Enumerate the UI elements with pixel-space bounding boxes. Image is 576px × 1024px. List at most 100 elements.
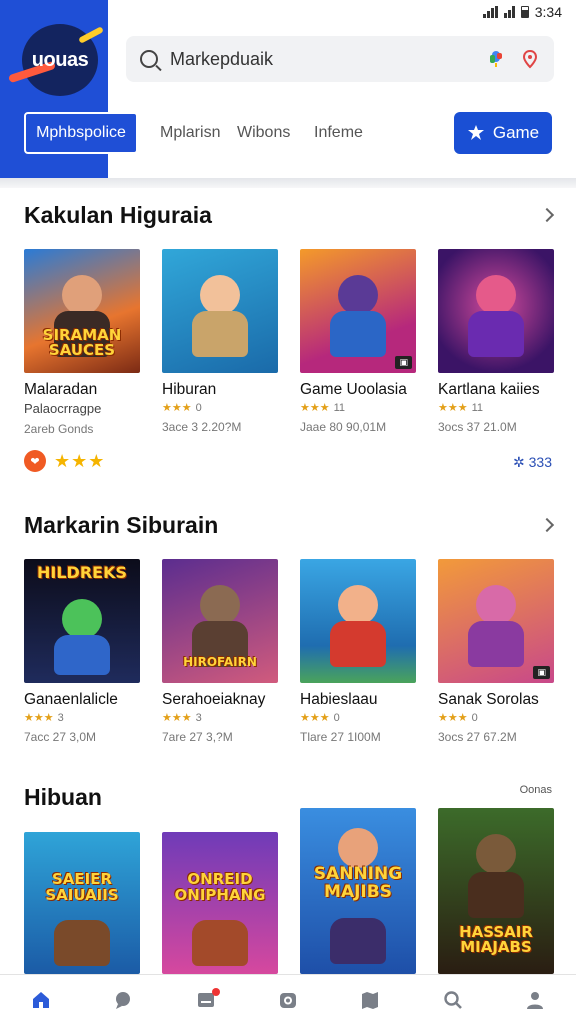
nav-profile[interactable] [515,980,555,1020]
character-body [330,621,386,667]
app-meta: Jaae 80 90,01M [300,420,387,434]
tab-infeme[interactable]: Infeme [314,112,363,154]
search-input[interactable] [170,48,478,70]
app-rating: ★★★ 11 [438,401,554,414]
character-art [62,599,102,639]
review-count: ✲ 333 [513,454,552,470]
thumbnail-text: HILDREKS [37,563,127,582]
app-card[interactable]: SANNING MAJIBS [300,808,416,974]
notification-dot [211,987,220,996]
app-thumbnail [438,249,554,373]
chevron-right-icon[interactable] [539,517,555,533]
search-icon [443,990,462,1009]
app-card[interactable]: HILDREKS Ganaenlalicle ★★★ 3 7acc 27 3,0M [24,559,140,744]
nav-inbox[interactable] [186,980,226,1020]
character-art [62,275,102,315]
thumbnail-text: HASSAIR MIAJABS [459,922,533,957]
chevron-right-icon[interactable] [539,207,555,223]
app-thumbnail: HASSAIR MIAJABS [438,808,554,974]
section-title: Hibuan [24,784,102,810]
thumbnail-text: HIROFAIRN [183,655,257,670]
character-body [192,311,248,357]
character-body [468,872,524,918]
bottom-navigation [0,974,576,1024]
app-logo[interactable]: uouas [7,24,104,96]
character-body [330,311,386,357]
rating-count: 0 [195,402,202,414]
character-art [476,834,516,874]
app-thumbnail: ONREID ONIPHANG [162,832,278,974]
character-art [338,828,378,868]
star-icons: ★★★ [54,450,106,471]
section-title: Kakulan Higuraia [24,202,212,228]
nav-map[interactable] [350,980,390,1020]
app-card[interactable]: ONREID ONIPHANG [162,832,278,974]
thumbnail-text: SAEIER SAIUAIIS [45,870,119,904]
chat-icon [116,991,131,1009]
app-card[interactable]: HASSAIR MIAJABS [438,808,554,974]
star-icons: ★★★ [162,712,192,724]
app-thumbnail: HILDREKS [24,559,140,683]
tab-wibons[interactable]: Wibons [237,112,290,154]
search-icon [140,50,158,68]
tab-mphbspolice[interactable]: Mphbspolice [24,112,138,154]
rating-count: 0 [333,712,340,724]
app-card[interactable]: SIRAMAN SAUCES Malaradan Palaocrragpe 2a… [24,249,140,436]
section-more-link[interactable]: Oonas [520,784,552,796]
header-divider [0,178,576,188]
app-title: Ganaenlalicle [24,691,118,708]
app-thumbnail [300,559,416,683]
app-card[interactable]: Habieslaau ★★★ 0 Tlare 27 1I00M [300,559,416,744]
app-thumbnail: HIROFAIRN [162,559,278,683]
profile-icon [526,991,543,1009]
tab-mplarisn[interactable]: Mplarisn [160,112,220,154]
location-pin-icon[interactable] [520,49,540,69]
app-title: Kartlana kaiies [438,381,540,398]
character-body [192,920,248,966]
nav-camera[interactable] [268,980,308,1020]
app-card[interactable]: ▣ Sanak Sorolas ★★★ 0 3ocs 27 67.2M [438,559,554,744]
character-art [200,585,240,625]
app-card[interactable]: HIROFAIRN Serahoeiaknay ★★★ 3 7are 27 3,?… [162,559,278,744]
nav-home[interactable] [21,980,61,1020]
app-header: uouas 3:34 Mphbspolice Mplarisn Wibons I… [0,0,576,182]
game-button[interactable]: Game [454,112,552,154]
rating-count: 3 [195,712,202,724]
character-art [200,275,240,315]
app-card[interactable]: Kartlana kaiies ★★★ 11 3ocs 37 21.0M [438,249,554,434]
home-icon [33,991,50,1008]
nav-search[interactable] [433,980,473,1020]
thumbnail-text: SANNING MAJIBS [313,864,403,902]
section-rating-row: ❤ ★★★ [24,450,105,472]
thumbnail-text: ONREID ONIPHANG [174,870,266,904]
star-icons: ★★★ [24,712,54,724]
status-bar: 3:34 [482,4,562,20]
star-icons: ★★★ [438,402,468,414]
character-art [338,275,378,315]
google-mic-icon[interactable] [486,49,506,69]
rating-count: 11 [333,402,346,414]
search-bar[interactable] [126,36,554,82]
app-card[interactable]: SAEIER SAIUAIIS [24,832,140,974]
gamepad-icon [467,125,484,140]
app-rating: ★★★ 3 [24,711,140,724]
app-subtitle: Palaocrragpe [24,401,102,416]
character-body [54,920,110,966]
app-meta: 2areb Gonds [24,422,94,436]
character-art [338,585,378,625]
star-icons: ★★★ [162,402,192,414]
app-title: Sanak Sorolas [438,691,539,708]
content-area: Kakulan Higuraia SIRAMAN SAUCES Malarada… [8,188,568,974]
signal-icon [482,6,498,18]
app-card[interactable]: ▣ Game Uoolasia ★★★ 11 Jaae 80 90,01M [300,249,416,434]
nav-chat[interactable] [103,980,143,1020]
app-thumbnail: ▣ [300,249,416,373]
app-thumbnail [162,249,278,373]
category-tabs: Mphbspolice Mplarisn Wibons Infeme Game [0,112,576,154]
app-title: Game Uoolasia [300,381,407,398]
app-rating: ★★★ 11 [300,401,416,414]
section-markarin-siburain: Markarin Siburain HILDREKS Ganaenlalicle… [8,498,568,788]
wifi-icon [503,6,515,18]
map-icon [362,991,379,1009]
app-card[interactable]: Hiburan ★★★ 0 3ace 3 2.20?M [162,249,278,434]
